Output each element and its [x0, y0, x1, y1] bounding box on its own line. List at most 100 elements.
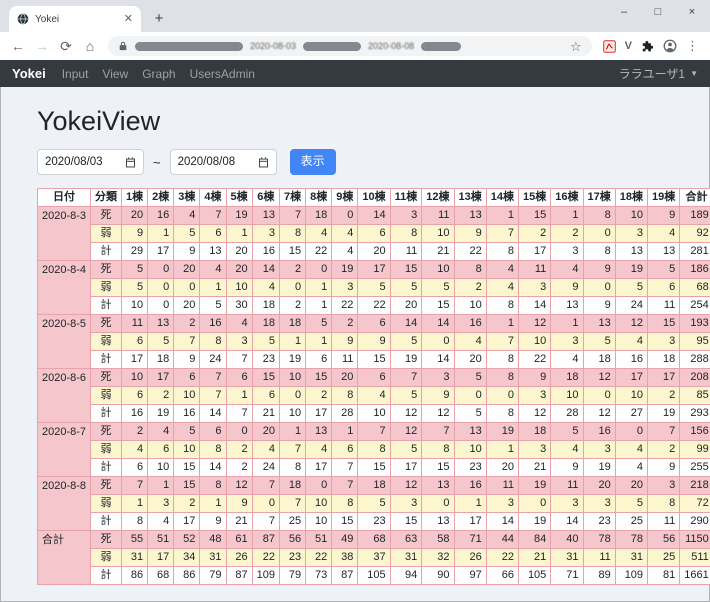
value-cell: 15 [390, 513, 422, 531]
value-cell: 21 [519, 459, 551, 477]
value-cell: 11 [390, 243, 422, 261]
profile-avatar-icon[interactable] [663, 39, 677, 53]
new-tab-button[interactable]: + [147, 7, 171, 31]
reload-icon[interactable]: ⟳ [55, 39, 77, 53]
value-cell: 6 [332, 441, 358, 459]
value-cell: 4 [252, 441, 279, 459]
value-cell: 13 [422, 513, 454, 531]
browser-menu-icon[interactable]: ⋮ [686, 38, 699, 54]
value-cell: 2 [454, 279, 486, 297]
date-to-input[interactable]: 2020/08/08 [170, 149, 277, 175]
value-cell: 7 [252, 513, 279, 531]
value-cell: 1 [226, 387, 252, 405]
value-cell: 7 [200, 207, 226, 225]
value-cell: 19 [280, 351, 306, 369]
pdf-extension-icon[interactable] [603, 40, 616, 53]
value-cell: 17 [390, 459, 422, 477]
column-header: 4棟 [200, 189, 226, 207]
value-cell: 4 [252, 279, 279, 297]
value-cell: 13 [551, 297, 583, 315]
value-cell: 5 [615, 495, 647, 513]
value-cell: 4 [648, 225, 680, 243]
calendar-icon[interactable] [258, 157, 269, 168]
value-cell: 13 [148, 315, 174, 333]
value-cell: 14 [200, 405, 226, 423]
row-label-cell: 計 [91, 351, 122, 369]
value-cell: 26 [454, 549, 486, 567]
url-redaction [135, 42, 243, 51]
data-table: 日付分類1棟2棟3棟4棟5棟6棟7棟8棟9棟10棟11棟12棟13棟14棟15棟… [37, 188, 710, 585]
tab-close-icon[interactable]: ✕ [124, 14, 133, 25]
value-cell: 25 [648, 549, 680, 567]
value-cell: 4 [615, 333, 647, 351]
value-cell: 4 [306, 225, 332, 243]
value-cell: 56 [280, 531, 306, 549]
minimize-button[interactable]: – [607, 0, 641, 24]
close-button[interactable]: × [675, 0, 709, 24]
row-total-cell: 186 [680, 261, 710, 279]
value-cell: 5 [122, 261, 148, 279]
value-cell: 20 [226, 243, 252, 261]
browser-window: Yokei ✕ + – □ × ← → ⟳ ⌂ 2020-08-03 2020-… [0, 0, 710, 602]
value-cell: 63 [390, 531, 422, 549]
value-cell: 13 [615, 243, 647, 261]
forward-icon[interactable]: → [31, 39, 53, 53]
value-cell: 10 [454, 441, 486, 459]
value-cell: 7 [280, 441, 306, 459]
home-icon[interactable]: ⌂ [79, 39, 101, 53]
value-cell: 15 [422, 297, 454, 315]
value-cell: 16 [148, 207, 174, 225]
value-cell: 3 [583, 441, 615, 459]
value-cell: 17 [306, 405, 332, 423]
nav-item-input[interactable]: Input [62, 67, 89, 81]
row-label-cell: 弱 [91, 279, 122, 297]
value-cell: 7 [422, 423, 454, 441]
table-row: 弱9156138446810972203492 [38, 225, 710, 243]
value-cell: 5 [306, 315, 332, 333]
value-cell: 17 [519, 243, 551, 261]
value-cell: 78 [615, 531, 647, 549]
calendar-icon[interactable] [125, 157, 136, 168]
row-label-cell: 死 [91, 423, 122, 441]
value-cell: 7 [332, 459, 358, 477]
value-cell: 11 [486, 477, 518, 495]
user-dropdown[interactable]: ララユーザ1 ▼ [619, 65, 698, 82]
row-total-cell: 68 [680, 279, 710, 297]
value-cell: 0 [280, 279, 306, 297]
value-cell: 17 [648, 369, 680, 387]
value-cell: 15 [519, 207, 551, 225]
brand-link[interactable]: Yokei [12, 66, 46, 81]
value-cell: 4 [551, 261, 583, 279]
row-total-cell: 511 [680, 549, 710, 567]
column-header: 1棟 [122, 189, 148, 207]
value-cell: 15 [358, 351, 390, 369]
value-cell: 3 [648, 333, 680, 351]
value-cell: 31 [615, 549, 647, 567]
show-button[interactable]: 表示 [290, 149, 336, 174]
nav-item-graph[interactable]: Graph [142, 67, 175, 81]
value-cell: 7 [174, 333, 200, 351]
value-cell: 5 [174, 423, 200, 441]
bookmark-star-icon[interactable]: ☆ [570, 40, 582, 53]
date-from-input[interactable]: 2020/08/03 [37, 149, 144, 175]
value-cell: 9 [454, 225, 486, 243]
value-cell: 71 [454, 531, 486, 549]
nav-item-usersadmin[interactable]: UsersAdmin [190, 67, 255, 81]
value-cell: 8 [332, 495, 358, 513]
value-cell: 6 [358, 225, 390, 243]
page-title: YokeiView [37, 106, 684, 137]
value-cell: 22 [486, 549, 518, 567]
nav-item-view[interactable]: View [102, 67, 128, 81]
value-cell: 5 [390, 387, 422, 405]
v-extension-icon[interactable]: V [625, 40, 632, 52]
value-cell: 14 [358, 207, 390, 225]
maximize-button[interactable]: □ [641, 0, 675, 24]
address-bar[interactable]: 2020-08-03 2020-08-08 ☆ [108, 36, 592, 56]
extensions-puzzle-icon[interactable] [641, 40, 654, 53]
browser-tab[interactable]: Yokei ✕ [9, 6, 141, 32]
value-cell: 52 [174, 531, 200, 549]
value-cell: 2 [519, 225, 551, 243]
value-cell: 15 [252, 369, 279, 387]
back-icon[interactable]: ← [7, 39, 29, 53]
value-cell: 9 [122, 225, 148, 243]
